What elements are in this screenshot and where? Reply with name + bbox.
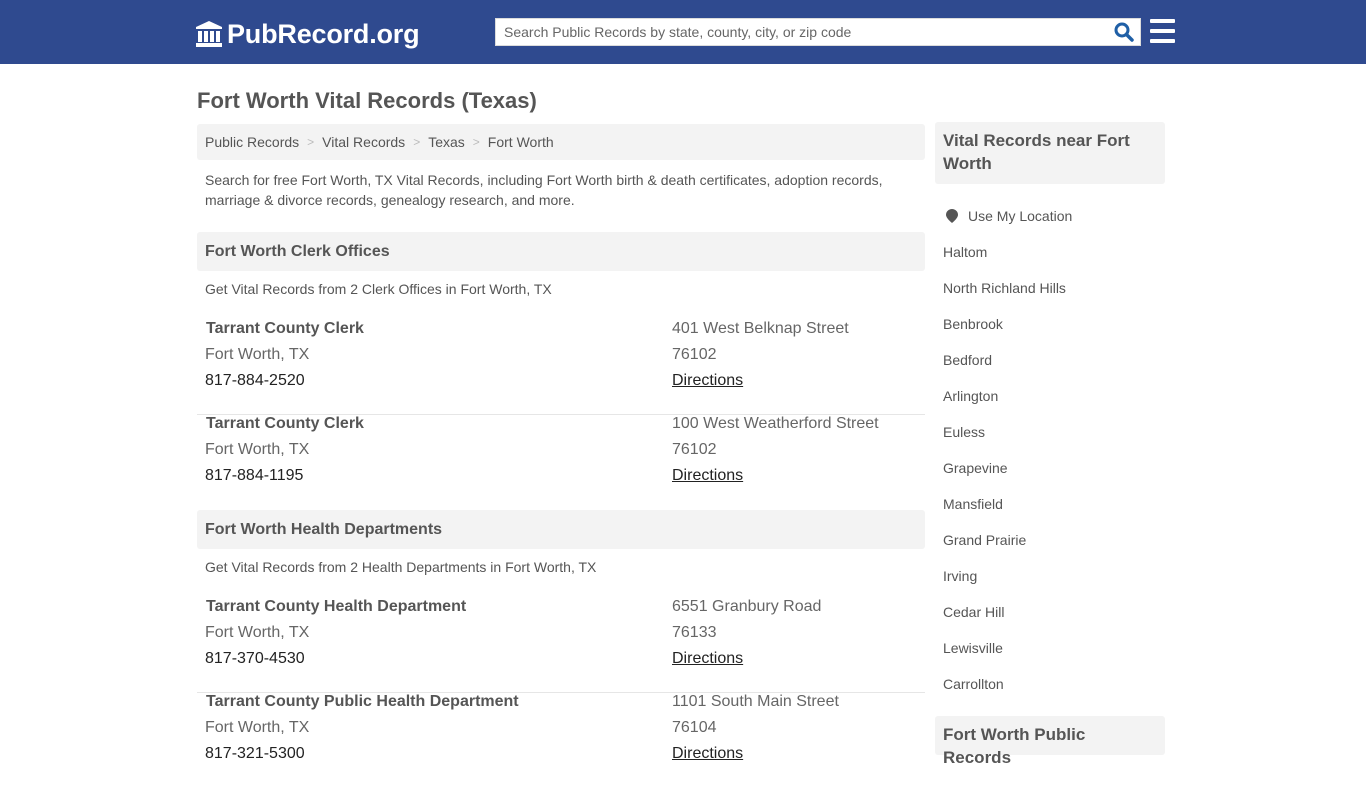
record-street: 100 West Weatherford Street	[672, 415, 879, 432]
record-zip: 76102	[672, 346, 717, 363]
nearby-city-link[interactable]: Lewisville	[943, 630, 1163, 666]
breadcrumb-fort-worth[interactable]: Fort Worth	[488, 134, 554, 150]
nearby-city-link[interactable]: Grapevine	[943, 450, 1163, 486]
search-box	[495, 18, 1141, 46]
nearby-city-link[interactable]: Irving	[943, 558, 1163, 594]
top-navbar: PubRecord.org	[0, 0, 1366, 64]
record-phone[interactable]: 817-370-4530	[205, 650, 305, 668]
record-city: Fort Worth, TX	[205, 624, 310, 641]
record-name: Tarrant County Clerk	[206, 320, 364, 337]
nearby-city-link[interactable]: Benbrook	[943, 306, 1163, 342]
search-button[interactable]	[1112, 21, 1136, 43]
nearby-city-link[interactable]: Carrollton	[943, 666, 1163, 702]
record-zip: 76133	[672, 624, 717, 641]
record-phone[interactable]: 817-884-1195	[205, 467, 303, 485]
record-city: Fort Worth, TX	[205, 441, 310, 458]
logo-text: PubRecord.org	[227, 18, 420, 49]
record-item: Tarrant County Clerk Fort Worth, TX 817-…	[197, 415, 925, 510]
nearby-city-link[interactable]: Grand Prairie	[943, 522, 1163, 558]
record-name: Tarrant County Public Health Department	[206, 693, 519, 710]
hamburger-menu-button[interactable]	[1150, 19, 1175, 43]
nearby-city-link[interactable]: Euless	[943, 414, 1163, 450]
breadcrumb-separator: >	[307, 135, 315, 149]
section-header-clerk-offices: Fort Worth Clerk Offices	[197, 232, 925, 271]
record-item: Tarrant County Health Department Fort Wo…	[197, 598, 925, 693]
page-title: Fort Worth Vital Records (Texas)	[197, 88, 537, 113]
nearby-city-link[interactable]: Arlington	[943, 378, 1163, 414]
record-name: Tarrant County Clerk	[206, 415, 364, 432]
courthouse-icon	[196, 21, 222, 47]
record-item: Tarrant County Clerk Fort Worth, TX 817-…	[197, 320, 925, 415]
menu-bar	[1150, 29, 1175, 33]
sidebar-header-public-records: Fort Worth Public Records	[935, 716, 1165, 767]
record-street: 1101 South Main Street	[672, 693, 839, 710]
nearby-city-link[interactable]: Haltom	[943, 234, 1163, 270]
site-logo[interactable]: PubRecord.org	[195, 17, 420, 51]
section-subtitle: Get Vital Records from 2 Clerk Offices i…	[205, 281, 552, 297]
search-input[interactable]	[496, 19, 1106, 45]
breadcrumb-separator: >	[472, 135, 480, 149]
nearby-city-link[interactable]: Mansfield	[943, 486, 1163, 522]
use-my-location-label: Use My Location	[968, 208, 1073, 224]
record-street: 6551 Granbury Road	[672, 598, 822, 615]
directions-link[interactable]: Directions	[672, 745, 743, 763]
search-icon	[1114, 22, 1134, 42]
intro-text: Search for free Fort Worth, TX Vital Rec…	[205, 172, 883, 208]
section-subtitle: Get Vital Records from 2 Health Departme…	[205, 559, 597, 575]
record-city: Fort Worth, TX	[205, 346, 310, 363]
directions-link[interactable]: Directions	[672, 650, 743, 668]
map-pin-icon	[946, 209, 958, 223]
nearby-cities-list: Use My Location Haltom North Richland Hi…	[943, 198, 1163, 702]
breadcrumb-vital-records[interactable]: Vital Records	[322, 134, 405, 150]
menu-bar	[1150, 19, 1175, 23]
directions-link[interactable]: Directions	[672, 372, 743, 390]
record-item: Tarrant County Public Health Department …	[197, 693, 925, 788]
record-city: Fort Worth, TX	[205, 719, 310, 736]
record-zip: 76102	[672, 441, 717, 458]
nearby-city-link[interactable]: Cedar Hill	[943, 594, 1163, 630]
record-phone[interactable]: 817-884-2520	[205, 372, 305, 390]
record-name: Tarrant County Health Department	[206, 598, 467, 615]
menu-bar	[1150, 39, 1175, 43]
record-street: 401 West Belknap Street	[672, 320, 849, 337]
section-header-health-departments: Fort Worth Health Departments	[197, 510, 925, 549]
use-my-location-link[interactable]: Use My Location	[943, 198, 1163, 234]
nearby-city-link[interactable]: Bedford	[943, 342, 1163, 378]
breadcrumb-separator: >	[413, 135, 421, 149]
directions-link[interactable]: Directions	[672, 467, 743, 485]
breadcrumb-texas[interactable]: Texas	[428, 134, 465, 150]
breadcrumb-public-records[interactable]: Public Records	[205, 134, 299, 150]
nearby-city-link[interactable]: North Richland Hills	[943, 270, 1163, 306]
record-zip: 76104	[672, 719, 717, 736]
breadcrumb: Public Records > Vital Records > Texas >…	[197, 124, 925, 160]
sidebar-header-nearby: Vital Records near Fort Worth	[935, 122, 1165, 184]
record-phone[interactable]: 817-321-5300	[205, 745, 305, 763]
